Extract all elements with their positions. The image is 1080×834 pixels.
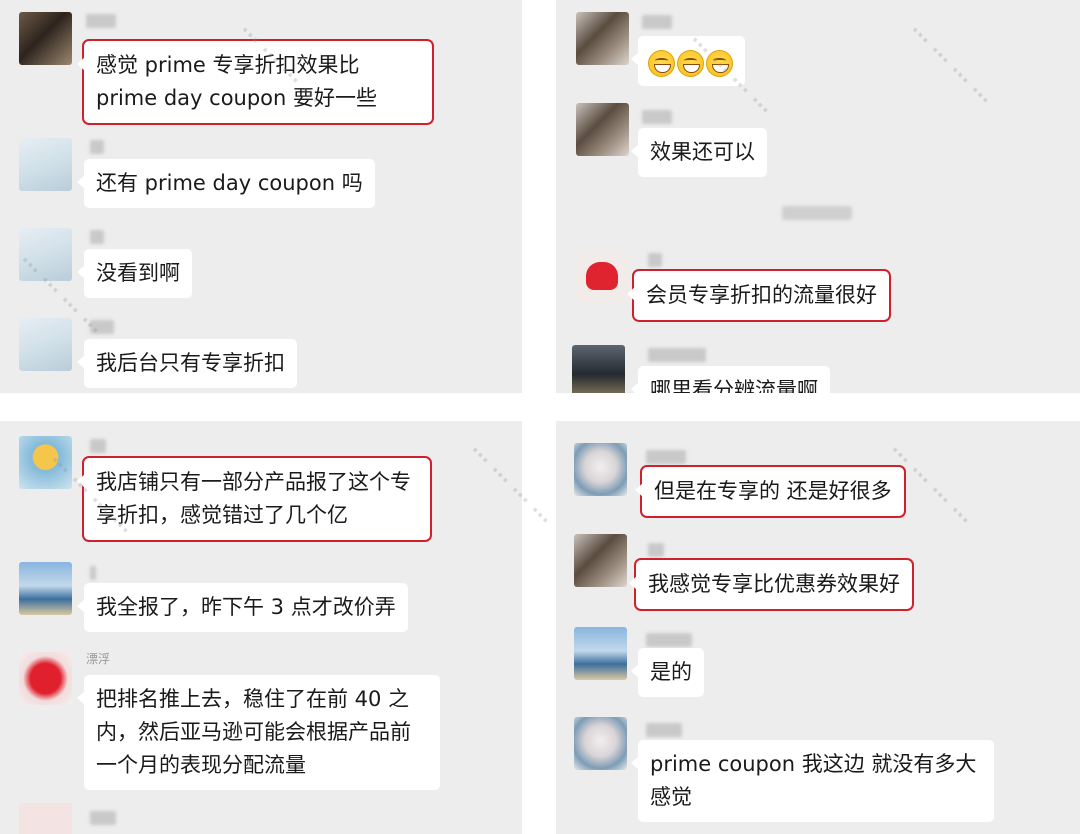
system-timestamp-redacted bbox=[782, 206, 852, 220]
message-bubble: 会员专享折扣的流量很好 bbox=[627, 269, 891, 322]
message-bubble: 哪里看分辨流量啊 bbox=[631, 366, 830, 393]
avatar[interactable] bbox=[19, 228, 72, 281]
sender-name-redacted bbox=[642, 15, 672, 29]
message-bubble: 没看到啊 bbox=[77, 249, 192, 298]
avatar[interactable] bbox=[572, 345, 625, 393]
message-bubble: 效果还可以 bbox=[631, 128, 767, 177]
avatar[interactable] bbox=[19, 562, 72, 615]
sender-name-redacted bbox=[642, 110, 672, 124]
avatar[interactable] bbox=[574, 534, 627, 587]
sender-name: 漂浮 bbox=[86, 652, 111, 666]
message-bubble bbox=[631, 36, 745, 86]
grinning-face-icon bbox=[677, 49, 704, 77]
grinning-face-icon bbox=[706, 49, 733, 77]
avatar[interactable] bbox=[576, 103, 629, 156]
sender-name-redacted bbox=[646, 633, 692, 647]
message-bubble: 我店铺只有一部分产品报了这个专享折扣，感觉错过了几个亿 bbox=[77, 456, 432, 542]
sender-name-redacted bbox=[90, 140, 104, 154]
message-bubble: 但是在专享的 还是好很多 bbox=[635, 465, 906, 518]
avatar[interactable] bbox=[576, 12, 629, 65]
sender-name-redacted bbox=[646, 450, 686, 464]
avatar[interactable] bbox=[19, 652, 72, 705]
message-bubble: 感觉 prime 专享折扣效果比 prime day coupon 要好一些 bbox=[77, 39, 434, 125]
sender-name-redacted bbox=[90, 811, 116, 825]
avatar[interactable] bbox=[19, 12, 72, 65]
message-bubble: 把排名推上去，稳住了在前 40 之内，然后亚马逊可能会根据产品前一个月的表现分配… bbox=[77, 675, 440, 790]
message-bubble: 我感觉专享比优惠券效果好 bbox=[629, 558, 914, 611]
sender-name-redacted bbox=[90, 566, 96, 580]
message-bubble: 还有 prime day coupon 吗 bbox=[77, 159, 375, 208]
message-bubble: 我后台只有专享折扣 bbox=[77, 339, 297, 388]
chat-panel-1: 感觉 prime 专享折扣效果比 prime day coupon 要好一些 还… bbox=[0, 0, 522, 393]
avatar[interactable] bbox=[574, 717, 627, 770]
sender-name-redacted bbox=[648, 253, 662, 267]
chat-panel-3: 我店铺只有一部分产品报了这个专享折扣，感觉错过了几个亿 我全报了，昨下午 3 点… bbox=[0, 421, 522, 834]
sender-name-redacted bbox=[648, 348, 706, 362]
sender-name-redacted bbox=[646, 723, 682, 737]
sender-name-redacted bbox=[86, 14, 116, 28]
message-bubble: prime coupon 我这边 就没有多大感觉 bbox=[631, 740, 994, 822]
sender-name-redacted bbox=[648, 543, 664, 557]
avatar[interactable] bbox=[19, 318, 72, 371]
sender-name-redacted bbox=[90, 230, 104, 244]
avatar[interactable] bbox=[574, 627, 627, 680]
sender-name-redacted bbox=[90, 320, 114, 334]
avatar[interactable] bbox=[574, 443, 627, 496]
grinning-face-icon bbox=[648, 49, 675, 77]
avatar[interactable] bbox=[19, 436, 72, 489]
message-bubble: 我全报了，昨下午 3 点才改价弄 bbox=[77, 583, 408, 632]
chat-panel-2: 效果还可以 会员专享折扣的流量很好 哪里看分辨流量啊 bbox=[556, 0, 1080, 393]
avatar[interactable] bbox=[19, 803, 72, 834]
sender-name-redacted bbox=[90, 439, 106, 453]
message-bubble: 是的 bbox=[631, 648, 704, 697]
avatar[interactable] bbox=[19, 138, 72, 191]
chat-panel-4: 但是在专享的 还是好很多 我感觉专享比优惠券效果好 是的 prime coupo… bbox=[556, 421, 1080, 834]
avatar[interactable] bbox=[576, 250, 629, 303]
